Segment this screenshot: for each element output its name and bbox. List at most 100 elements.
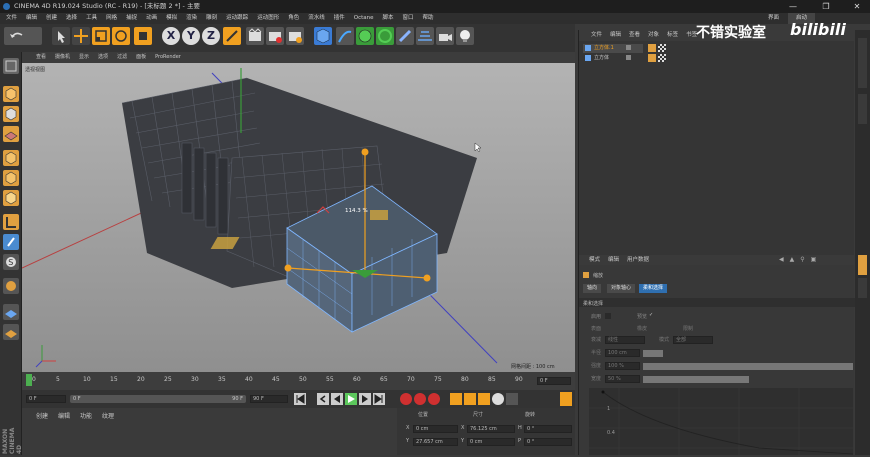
model-mode-icon[interactable] bbox=[3, 86, 19, 102]
menu-octane[interactable]: Octane bbox=[354, 13, 374, 24]
deformer-icon[interactable] bbox=[396, 27, 414, 45]
search-icon[interactable]: ⚲ bbox=[800, 256, 804, 264]
make-editable-icon[interactable] bbox=[3, 58, 19, 74]
tab-axis[interactable]: 轴向 bbox=[583, 284, 602, 293]
enable-axis-icon[interactable] bbox=[3, 214, 19, 230]
viewport-menu-panel[interactable]: 面板 bbox=[136, 52, 146, 63]
locked-workplane-icon[interactable] bbox=[3, 278, 19, 294]
position-y-field[interactable]: 27.657 cm bbox=[413, 438, 458, 446]
width-slider[interactable] bbox=[643, 376, 749, 383]
obj-menu-view[interactable]: 查看 bbox=[629, 30, 640, 41]
menu-mesh[interactable]: 网格 bbox=[106, 13, 117, 24]
width-field[interactable]: 50 % bbox=[605, 375, 640, 383]
render-view-icon[interactable] bbox=[246, 27, 264, 45]
perspective-viewport[interactable]: 透视视图 114.3 % 网格间距: 100 cm bbox=[22, 63, 575, 372]
viewport-menu-view[interactable]: 查看 bbox=[36, 52, 46, 63]
vertical-tab-objects[interactable] bbox=[858, 38, 867, 88]
keyframe-selection-icon[interactable] bbox=[428, 393, 440, 405]
array-icon[interactable] bbox=[376, 27, 394, 45]
floor-icon[interactable] bbox=[416, 27, 434, 45]
play-icon[interactable] bbox=[345, 393, 357, 405]
obj-menu-objects[interactable]: 对象 bbox=[648, 30, 659, 41]
record-keys-icon[interactable] bbox=[400, 393, 412, 405]
previous-frame-icon[interactable] bbox=[331, 393, 343, 405]
lock-icon[interactable]: ▣ bbox=[811, 256, 817, 264]
x-axis-lock-button[interactable]: X bbox=[162, 27, 180, 45]
menu-file[interactable]: 文件 bbox=[6, 13, 17, 24]
object-row[interactable]: 立方体.1 bbox=[583, 44, 643, 53]
tweak-mode-icon[interactable] bbox=[3, 234, 19, 250]
previous-keyframe-icon[interactable] bbox=[317, 393, 329, 405]
rotation-key-icon[interactable] bbox=[478, 393, 490, 405]
menu-character[interactable]: 角色 bbox=[288, 13, 299, 24]
menu-animate[interactable]: 动画 bbox=[146, 13, 157, 24]
menu-simulate[interactable]: 模拟 bbox=[166, 13, 177, 24]
texture-mode-icon[interactable] bbox=[3, 106, 19, 122]
visibility-dot-icon[interactable] bbox=[626, 55, 631, 60]
attr-menu-userdata[interactable]: 用户数据 bbox=[627, 255, 649, 265]
scale-icon[interactable] bbox=[92, 27, 110, 45]
minimize-button[interactable]: — bbox=[782, 0, 804, 13]
enable-checkbox[interactable] bbox=[605, 313, 611, 319]
object-row[interactable]: 立方体 bbox=[583, 54, 643, 63]
position-x-field[interactable]: 0 cm bbox=[413, 425, 458, 433]
z-axis-lock-button[interactable]: Z bbox=[202, 27, 220, 45]
material-menu-edit[interactable]: 编辑 bbox=[58, 411, 70, 420]
edges-mode-icon[interactable] bbox=[3, 170, 19, 186]
menu-create[interactable]: 创建 bbox=[46, 13, 57, 24]
menu-edit[interactable]: 编辑 bbox=[26, 13, 37, 24]
solo-icon[interactable] bbox=[3, 324, 19, 340]
points-mode-icon[interactable] bbox=[3, 150, 19, 166]
menu-script[interactable]: 脚本 bbox=[383, 13, 394, 24]
rotation-p-field[interactable]: 0 ° bbox=[524, 438, 572, 446]
parameter-key-icon[interactable] bbox=[492, 393, 504, 405]
end-frame-field[interactable]: 90 F bbox=[250, 395, 288, 403]
live-selection-icon[interactable] bbox=[52, 27, 70, 45]
rotate-icon[interactable] bbox=[112, 27, 130, 45]
vertical-tab-attributes[interactable] bbox=[858, 255, 867, 275]
snap-icon[interactable]: S bbox=[3, 254, 19, 270]
viewport-menu-prorender[interactable]: ProRender bbox=[155, 52, 181, 63]
coordinate-system-icon[interactable] bbox=[223, 27, 241, 45]
render-settings-icon[interactable] bbox=[286, 27, 304, 45]
planar-workplane-icon[interactable] bbox=[3, 304, 19, 320]
position-key-icon[interactable] bbox=[450, 393, 462, 405]
tab-soft-selection[interactable]: 柔和选择 bbox=[639, 284, 668, 293]
size-x-field[interactable]: 76.125 cm bbox=[467, 425, 515, 433]
autokey-icon[interactable] bbox=[414, 393, 426, 405]
object-name[interactable]: 立方体 bbox=[594, 54, 609, 63]
viewport-menu-options[interactable]: 选项 bbox=[98, 52, 108, 63]
menu-tools[interactable]: 工具 bbox=[86, 13, 97, 24]
render-picture-viewer-icon[interactable] bbox=[266, 27, 284, 45]
radius-slider[interactable] bbox=[643, 350, 663, 357]
material-menu-create[interactable]: 创建 bbox=[36, 411, 48, 420]
viewport-menu-display[interactable]: 显示 bbox=[79, 52, 89, 63]
y-axis-lock-button[interactable]: Y bbox=[182, 27, 200, 45]
menu-motion-tracking[interactable]: 运动跟踪 bbox=[226, 13, 248, 24]
menu-select[interactable]: 选择 bbox=[66, 13, 77, 24]
subdivision-surface-icon[interactable] bbox=[356, 27, 374, 45]
object-name[interactable]: 立方体.1 bbox=[594, 44, 614, 53]
up-arrow-icon[interactable]: ▲ bbox=[790, 256, 795, 264]
vertical-tab-content[interactable] bbox=[858, 94, 867, 124]
viewport-menu-cameras[interactable]: 摄像机 bbox=[55, 52, 70, 63]
obj-menu-tags[interactable]: 标签 bbox=[667, 30, 678, 41]
preview-checkbox[interactable]: ✓ bbox=[649, 312, 653, 318]
strength-field[interactable]: 100 % bbox=[605, 362, 640, 370]
go-to-start-icon[interactable] bbox=[294, 393, 306, 405]
phong-tag-icon[interactable] bbox=[648, 54, 656, 62]
attr-menu-mode[interactable]: 模式 bbox=[589, 255, 600, 265]
viewport-menu-filter[interactable]: 过滤 bbox=[117, 52, 127, 63]
material-menu-texture[interactable]: 纹理 bbox=[102, 411, 114, 420]
undo-icon[interactable] bbox=[4, 27, 42, 45]
go-to-end-icon[interactable] bbox=[373, 393, 385, 405]
vertical-tab-layers[interactable] bbox=[858, 278, 867, 298]
rotation-h-field[interactable]: 0 ° bbox=[524, 425, 572, 433]
close-button[interactable]: ✕ bbox=[846, 0, 868, 13]
menu-sculpt[interactable]: 雕刻 bbox=[206, 13, 217, 24]
radius-field[interactable]: 100 cm bbox=[605, 349, 640, 357]
menu-window[interactable]: 窗口 bbox=[403, 13, 414, 24]
obj-menu-file[interactable]: 文件 bbox=[591, 30, 602, 41]
polygons-mode-icon[interactable] bbox=[3, 190, 19, 206]
falloff-dropdown[interactable]: 线性 bbox=[605, 336, 645, 344]
